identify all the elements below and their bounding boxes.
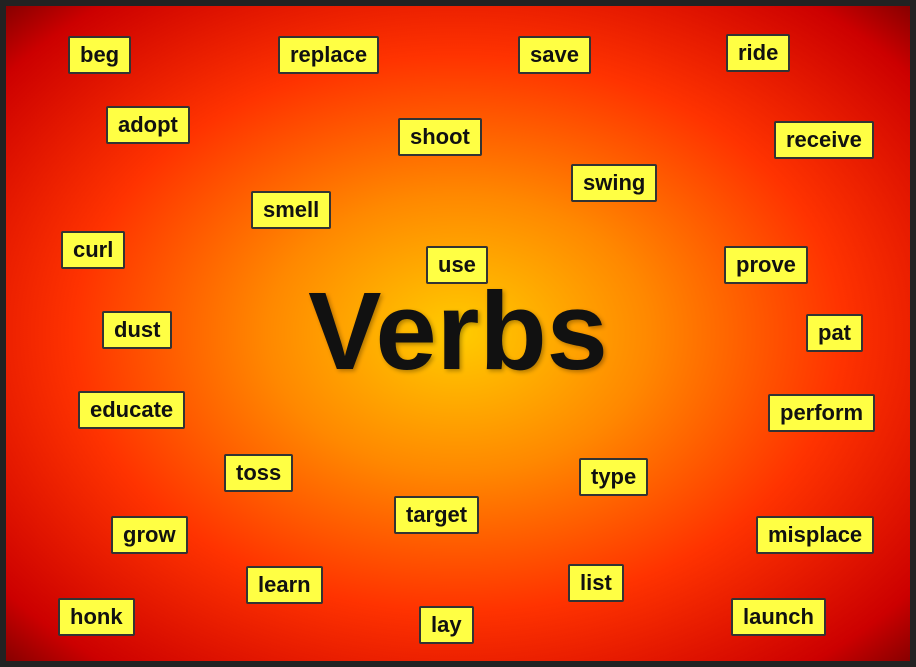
verb-lay: lay xyxy=(419,606,474,644)
main-canvas: Verbs beg replace save ride adopt shoot receiv… xyxy=(0,0,916,667)
verb-ride: ride xyxy=(726,34,790,72)
verb-target: target xyxy=(394,496,479,534)
verb-smell: smell xyxy=(251,191,331,229)
verb-save: save xyxy=(518,36,591,74)
verb-replace: replace xyxy=(278,36,379,74)
verb-misplace: misplace xyxy=(756,516,874,554)
verb-beg: beg xyxy=(68,36,131,74)
verb-toss: toss xyxy=(224,454,293,492)
verb-type: type xyxy=(579,458,648,496)
verb-receive: receive xyxy=(774,121,874,159)
verb-learn: learn xyxy=(246,566,323,604)
verb-prove: prove xyxy=(724,246,808,284)
verb-dust: dust xyxy=(102,311,172,349)
verb-list: list xyxy=(568,564,624,602)
page-title: Verbs xyxy=(308,267,608,394)
verb-grow: grow xyxy=(111,516,188,554)
verb-launch: launch xyxy=(731,598,826,636)
verb-adopt: adopt xyxy=(106,106,190,144)
verb-shoot: shoot xyxy=(398,118,482,156)
verb-honk: honk xyxy=(58,598,135,636)
verb-perform: perform xyxy=(768,394,875,432)
verb-pat: pat xyxy=(806,314,863,352)
verb-use: use xyxy=(426,246,488,284)
verb-swing: swing xyxy=(571,164,657,202)
verb-curl: curl xyxy=(61,231,125,269)
verb-educate: educate xyxy=(78,391,185,429)
